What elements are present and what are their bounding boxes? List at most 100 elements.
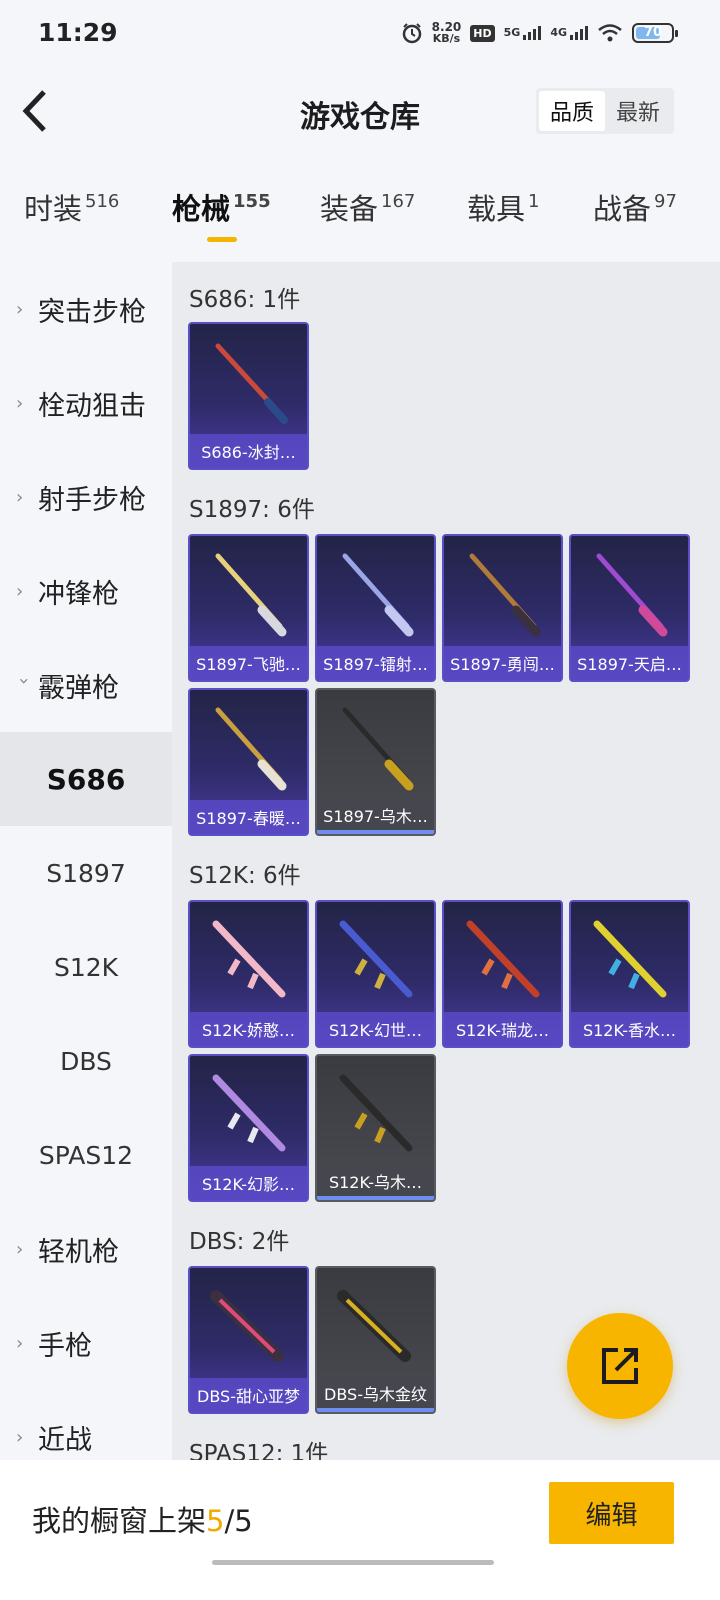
sort-quality-button[interactable]: 品质 <box>539 91 605 131</box>
rifle-image <box>212 1074 286 1152</box>
item-name: S12K-乌木… <box>317 1166 434 1200</box>
sidebar-subitem-dbs[interactable]: DBS <box>0 1014 172 1108</box>
section-title: DBS: 2件 <box>189 1229 290 1255</box>
chevron-right-icon: › <box>16 486 24 508</box>
speed-unit: KB/s <box>432 32 461 45</box>
showcase-count: 我的橱窗上架5/5 <box>32 1504 253 1538</box>
showcase-total: /5 <box>224 1504 253 1538</box>
sidebar-item-marksman-rifle[interactable]: › 射手步枪 <box>0 450 172 544</box>
showcase-current: 5 <box>206 1504 225 1538</box>
chevron-right-icon: › <box>16 1426 24 1448</box>
item-card[interactable]: S12K-幻影… <box>188 1054 309 1202</box>
chevron-right-icon: › <box>16 580 24 602</box>
section-title: S12K: 6件 <box>189 863 301 889</box>
sidebar-item-bolt-sniper[interactable]: › 栓动狙击 <box>0 356 172 450</box>
shotgun-image <box>215 553 287 637</box>
sidebar-item-shotgun[interactable]: › 霰弹枪 <box>0 638 172 732</box>
sidebar-item-smg[interactable]: › 冲锋枪 <box>0 544 172 638</box>
tab-equipment[interactable]: 装备 167 <box>320 186 415 228</box>
share-button[interactable] <box>567 1313 673 1419</box>
sidebar-item-melee[interactable]: › 近战 <box>0 1390 172 1460</box>
item-name: S1897-天启… <box>571 646 688 680</box>
rifle-image <box>466 920 540 998</box>
edit-button[interactable]: 编辑 <box>549 1482 674 1544</box>
tab-guns[interactable]: 枪械 155 <box>172 186 271 228</box>
item-card[interactable]: S1897-乌木… <box>315 688 436 836</box>
item-card[interactable]: S12K-香水… <box>569 900 690 1048</box>
chevron-right-icon: › <box>16 392 24 414</box>
battery-level: 70 <box>643 25 663 40</box>
tab-supplies[interactable]: 战备 97 <box>593 186 677 228</box>
item-card[interactable]: DBS-乌木金纹 <box>315 1266 436 1414</box>
item-name: S1897-镭射… <box>317 646 434 680</box>
chevron-right-icon: › <box>16 298 24 320</box>
section-title: S686: 1件 <box>189 287 301 313</box>
item-card[interactable]: S12K-瑞龙… <box>442 900 563 1048</box>
sort-toggle: 品质 最新 <box>536 88 674 134</box>
home-indicator[interactable] <box>212 1560 494 1565</box>
item-card[interactable]: S1897-勇闯… <box>442 534 563 682</box>
shotgun-image <box>210 1290 284 1362</box>
item-card[interactable]: S1897-飞驰… <box>188 534 309 682</box>
shotgun-image <box>342 707 414 791</box>
item-card[interactable]: S1897-天启… <box>569 534 690 682</box>
header: 游戏仓库 品质 最新 <box>0 68 720 154</box>
rifle-image <box>212 920 286 998</box>
sidebar-subitem-s1897[interactable]: S1897 <box>0 826 172 920</box>
sidebar-item-lmg[interactable]: › 轻机枪 <box>0 1202 172 1296</box>
chevron-down-icon: › <box>13 677 35 685</box>
item-card[interactable]: S12K-娇憨… <box>188 900 309 1048</box>
battery-icon: 70 <box>632 23 678 43</box>
rifle-image <box>339 1074 413 1152</box>
item-name: S1897-乌木… <box>317 800 434 834</box>
chevron-right-icon: › <box>16 1238 24 1260</box>
bottom-bar: 我的橱窗上架5/5 编辑 <box>0 1460 720 1600</box>
item-name: DBS-乌木金纹 <box>317 1378 434 1412</box>
item-card[interactable]: S12K-幻世… <box>315 900 436 1048</box>
status-icons: 8.20 KB/s HD 5G 4G 70 <box>401 20 678 46</box>
shotgun-image <box>469 553 541 637</box>
shotgun-image <box>337 1290 411 1362</box>
hd-icon: HD <box>470 24 495 42</box>
item-name: S12K-娇憨… <box>190 1012 307 1046</box>
item-name: S1897-飞驰… <box>190 646 307 680</box>
sidebar-subitem-spas12[interactable]: SPAS12 <box>0 1108 172 1202</box>
sidebar-subitem-s12k[interactable]: S12K <box>0 920 172 1014</box>
sidebar-item-pistol[interactable]: › 手枪 <box>0 1296 172 1390</box>
shotgun-image <box>215 343 288 424</box>
network-speed: 8.20 KB/s <box>432 21 462 45</box>
item-card[interactable]: S1897-镭射… <box>315 534 436 682</box>
item-name: S12K-瑞龙… <box>444 1012 561 1046</box>
shotgun-image <box>596 553 668 637</box>
status-bar: 11:29 8.20 KB/s HD 5G 4G 70 <box>0 0 720 60</box>
item-name: S12K-香水… <box>571 1012 688 1046</box>
active-tab-indicator <box>207 237 237 242</box>
shotgun-image <box>215 707 287 791</box>
sort-newest-button[interactable]: 最新 <box>605 91 671 131</box>
signal-4g-icon: 4G <box>550 26 588 40</box>
item-name: S12K-幻世… <box>317 1012 434 1046</box>
tab-fashion[interactable]: 时装 516 <box>24 186 119 228</box>
wifi-icon <box>598 24 622 42</box>
item-name: DBS-甜心亚梦 <box>190 1378 307 1412</box>
item-card[interactable]: S1897-春暖… <box>188 688 309 836</box>
item-card[interactable]: DBS-甜心亚梦 <box>188 1266 309 1414</box>
sidebar-item-assault-rifle[interactable]: › 突击步枪 <box>0 262 172 356</box>
shotgun-image <box>342 553 414 637</box>
share-icon <box>602 1348 638 1384</box>
signal-5g-icon: 5G <box>504 26 542 40</box>
item-card[interactable]: S686-冰封… <box>188 322 309 470</box>
rifle-image <box>593 920 667 998</box>
item-name: S1897-春暖… <box>190 800 307 834</box>
chevron-right-icon: › <box>16 1332 24 1354</box>
item-name: S12K-幻影… <box>190 1166 307 1200</box>
item-name: S1897-勇闯… <box>444 646 561 680</box>
tab-vehicles[interactable]: 载具 1 <box>467 186 539 228</box>
item-grid: S686: 1件 S686-冰封… S1897: 6件 S1897-飞驰… S1… <box>172 262 720 1460</box>
category-tabs: 时装 516 枪械 155 装备 167 载具 1 战备 97 <box>0 186 720 246</box>
item-card[interactable]: S12K-乌木… <box>315 1054 436 1202</box>
sidebar-subitem-s686[interactable]: S686 <box>0 732 172 826</box>
rifle-image <box>339 920 413 998</box>
item-name: S686-冰封… <box>190 434 307 468</box>
status-time: 11:29 <box>38 18 118 47</box>
